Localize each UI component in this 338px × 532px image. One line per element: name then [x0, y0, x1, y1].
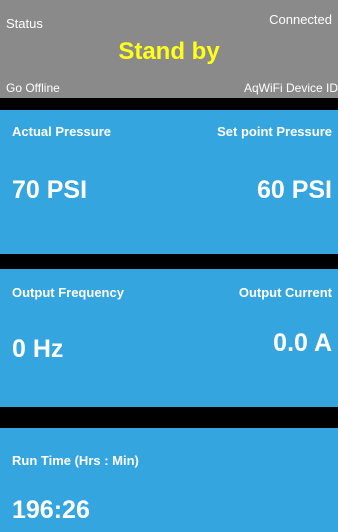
output-frequency-label: Output Frequency: [12, 285, 124, 300]
output-panel: Output Frequency Output Current 0 Hz 0.0…: [0, 269, 338, 407]
runtime-panel: Run Time (Hrs : Min) 196:26: [0, 428, 338, 532]
connection-status: Connected: [269, 12, 332, 27]
setpoint-pressure-value[interactable]: 60 PSI: [257, 176, 332, 205]
output-current-value: 0.0 A: [273, 329, 332, 357]
actual-pressure-label: Actual Pressure: [12, 124, 111, 139]
pressure-panel: Actual Pressure Set point Pressure 70 PS…: [0, 110, 338, 254]
status-header: Status Connected Stand by Go Offline AqW…: [0, 0, 338, 98]
runtime-label: Run Time (Hrs : Min): [12, 453, 139, 468]
runtime-value: 196:26: [12, 496, 90, 524]
go-offline-button[interactable]: Go Offline: [6, 81, 60, 95]
output-frequency-value: 0 Hz: [12, 335, 64, 363]
setpoint-pressure-label: Set point Pressure: [217, 124, 332, 139]
actual-pressure-value: 70 PSI: [12, 176, 88, 204]
output-current-label: Output Current: [238, 285, 332, 300]
status-label: Status: [6, 16, 43, 31]
mode-status: Stand by: [118, 38, 220, 65]
device-id-button[interactable]: AqWiFi Device ID: [244, 81, 338, 95]
